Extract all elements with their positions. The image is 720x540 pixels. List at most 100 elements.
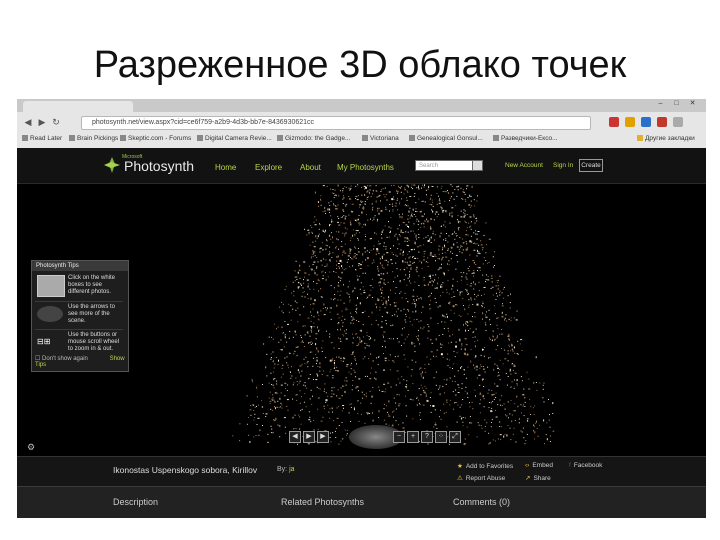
pointcloud-toggle-icon[interactable]: ⁘ — [435, 431, 447, 443]
tab-description[interactable]: Description — [113, 497, 158, 507]
minimize-icon[interactable]: – — [656, 100, 665, 108]
forward-icon[interactable]: ▶ — [37, 116, 47, 128]
cloud-point — [321, 271, 323, 273]
facebook-link[interactable]: f Facebook — [569, 462, 602, 469]
cloud-point — [427, 235, 429, 237]
cloud-point — [497, 317, 499, 319]
cloud-point — [397, 248, 399, 250]
cloud-point — [348, 294, 350, 295]
cloud-point — [372, 193, 374, 195]
tab-related[interactable]: Related Photosynths — [281, 497, 364, 507]
cloud-point — [350, 210, 352, 212]
cloud-point — [296, 279, 298, 280]
cloud-point — [449, 303, 451, 305]
embed-link[interactable]: ‹› Embed — [525, 462, 553, 469]
cloud-point — [443, 239, 444, 241]
bookmark[interactable]: Read Later — [22, 132, 62, 146]
search-icon[interactable] — [472, 160, 483, 171]
cloud-point — [452, 233, 454, 235]
help-icon[interactable]: ? — [421, 431, 433, 443]
play-icon[interactable]: ▶ — [303, 431, 315, 443]
author-link[interactable]: ja — [289, 466, 294, 473]
bookmark-folder[interactable]: Другие закладки — [637, 132, 695, 146]
extension-icon[interactable] — [657, 117, 667, 127]
cloud-point — [346, 433, 348, 435]
bookmark[interactable]: Digital Camera Revie... — [197, 132, 272, 146]
zoom-in-icon[interactable]: + — [407, 431, 419, 443]
nav-explore[interactable]: Explore — [255, 163, 282, 172]
close-icon[interactable]: ✕ — [688, 100, 697, 108]
fullscreen-icon[interactable]: ⤢ — [449, 431, 461, 443]
address-bar[interactable]: photosynth.net/view.aspx?cid=ce6f759-a2b… — [81, 116, 591, 130]
nav-home[interactable]: Home — [215, 163, 236, 172]
cloud-point — [265, 416, 267, 417]
bookmark[interactable]: Victoriana — [362, 132, 399, 146]
zoom-out-icon[interactable]: − — [393, 431, 405, 443]
cloud-point — [479, 412, 481, 414]
bookmark[interactable]: Genealogical Gonsul... — [409, 132, 483, 146]
menu-icon[interactable] — [673, 117, 683, 127]
cloud-point — [410, 282, 412, 284]
search-input[interactable]: Search — [415, 160, 473, 171]
cloud-point — [522, 427, 524, 429]
cloud-point — [398, 234, 400, 236]
cloud-point — [413, 261, 415, 263]
cloud-point — [309, 288, 311, 290]
cloud-point — [422, 328, 424, 330]
reload-icon[interactable]: ↻ — [51, 116, 61, 128]
back-icon[interactable]: ◀ — [23, 116, 33, 128]
cloud-point — [527, 419, 529, 422]
cloud-point — [292, 384, 294, 386]
cloud-point — [456, 421, 458, 423]
cloud-point — [497, 375, 499, 377]
cloud-point — [286, 356, 288, 358]
cloud-point — [408, 251, 410, 253]
cloud-point — [422, 184, 423, 186]
cloud-point — [407, 231, 409, 233]
site-logo[interactable]: Photosynth — [124, 158, 194, 174]
bookmark[interactable]: Skeptic.com - Forums — [120, 132, 191, 146]
bookmark[interactable]: Brain Pickings — [69, 132, 118, 146]
settings-gear-icon[interactable]: ⚙ — [27, 442, 35, 453]
maximize-icon[interactable]: □ — [672, 100, 681, 108]
browser-tab[interactable] — [23, 101, 133, 112]
create-button[interactable]: Create — [579, 159, 603, 172]
bookmark[interactable]: Gizmodo: the Gadge... — [277, 132, 350, 146]
cloud-point — [488, 262, 490, 263]
tab-comments[interactable]: Comments (0) — [453, 497, 510, 507]
cloud-point — [470, 235, 472, 237]
report-abuse-link[interactable]: ⚠ Report Abuse — [457, 474, 505, 482]
cloud-point — [482, 301, 484, 303]
cloud-point — [407, 301, 409, 303]
cloud-point — [474, 341, 476, 343]
next-icon[interactable]: ▶ — [317, 431, 329, 443]
cloud-point — [246, 423, 248, 425]
cloud-point — [297, 384, 298, 386]
extension-icon[interactable] — [625, 117, 635, 127]
add-favorites-link[interactable]: ★ Add to Favorites — [457, 462, 513, 470]
cloud-point — [437, 269, 439, 271]
cloud-point — [338, 443, 340, 445]
share-link[interactable]: ↗ Share — [525, 474, 551, 482]
extension-icon[interactable] — [641, 117, 651, 127]
cloud-point — [405, 204, 407, 205]
sign-in-link[interactable]: Sign In — [553, 162, 573, 169]
cloud-point — [532, 407, 534, 409]
cloud-point — [348, 196, 350, 197]
previous-icon[interactable]: ◀ — [289, 431, 301, 443]
cloud-point — [410, 249, 413, 250]
cloud-point — [286, 399, 289, 401]
new-account-link[interactable]: New Account — [505, 162, 543, 169]
cloud-point — [446, 292, 448, 293]
cloud-point — [419, 412, 421, 414]
cloud-point — [309, 374, 311, 375]
cloud-point — [384, 340, 386, 342]
nav-my-photosynths[interactable]: My Photosynths — [337, 163, 394, 172]
bookmark[interactable]: Разведчики-Ексо... — [493, 132, 558, 146]
cloud-point — [356, 320, 357, 321]
extension-icon[interactable] — [609, 117, 619, 127]
cloud-point — [475, 230, 477, 232]
nav-about[interactable]: About — [300, 163, 321, 172]
cloud-point — [300, 341, 302, 343]
cloud-point — [423, 256, 425, 258]
